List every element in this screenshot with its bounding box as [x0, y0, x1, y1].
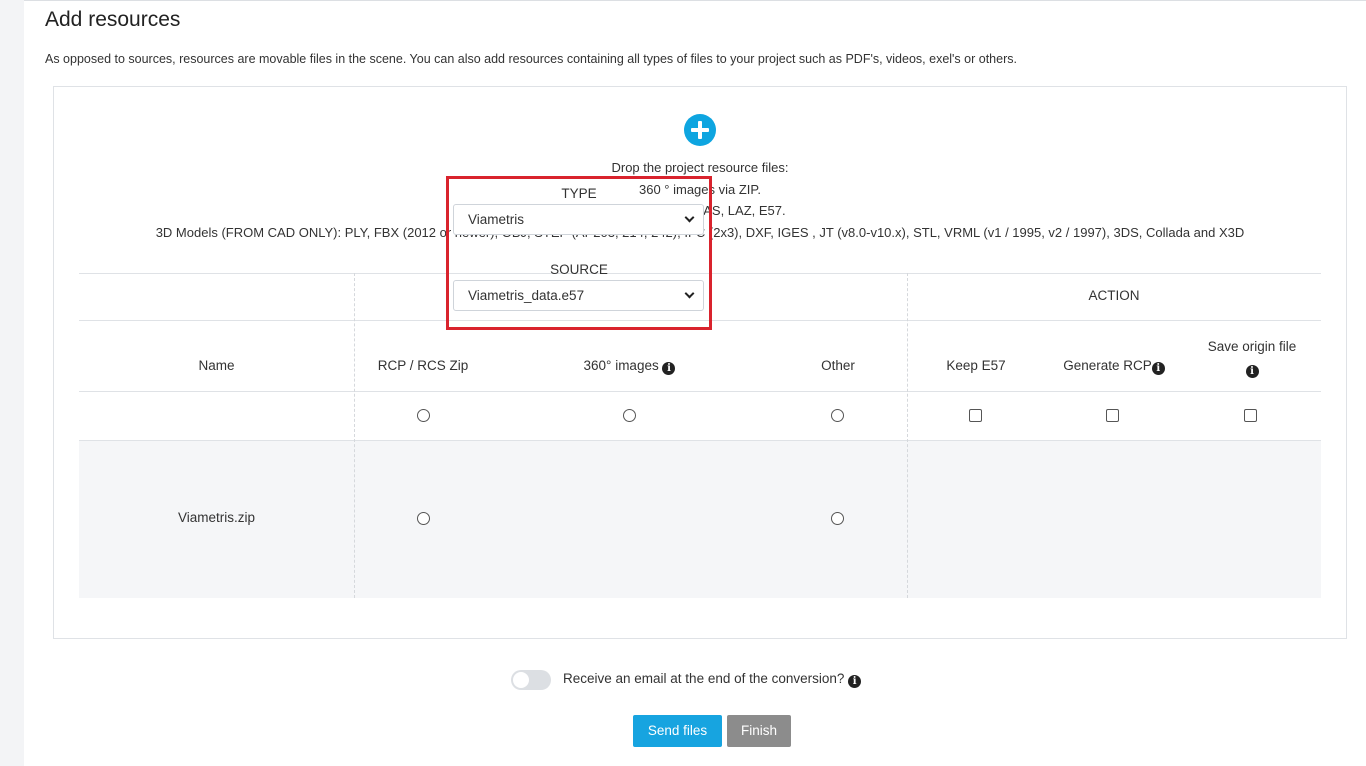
info-icon[interactable]: i [1151, 362, 1165, 375]
action-group-header: ACTION [1088, 288, 1140, 303]
file-name: Viametris.zip [177, 510, 256, 525]
save-origin-column-header: Save origin file i [1183, 336, 1321, 380]
send-files-button[interactable]: Send files [633, 715, 722, 747]
table-column-header-row: Name RCP / RCS Zip 360° images i Other K… [79, 321, 1321, 392]
images360-column-header: 360° images i [492, 358, 767, 375]
images360-header-label: 360° images [583, 358, 659, 373]
generate-rcp-header-label: Generate RCP [1063, 358, 1152, 373]
type-source-highlight-box: TYPE Viametris SOURCE Viametris_data.e57 [446, 176, 712, 330]
source-select-value: Viametris_data.e57 [468, 288, 585, 303]
file-other-radio[interactable] [831, 512, 844, 525]
top-divider [24, 0, 1366, 1]
resource-dropzone[interactable]: Drop the project resource files: 360 ° i… [53, 86, 1347, 639]
page-intro: As opposed to sources, resources are mov… [45, 52, 1017, 66]
chevron-down-icon [684, 212, 695, 223]
type-field-label: TYPE [561, 186, 597, 201]
toggle-knob [513, 672, 529, 688]
keep-e57-column-header: Keep E57 [946, 358, 1006, 373]
other-column-header: Other [821, 358, 855, 373]
select-all-generate-rcp-checkbox[interactable] [1106, 409, 1119, 422]
table-row: Viametris.zip [79, 441, 1321, 598]
source-select[interactable]: Viametris_data.e57 [453, 280, 704, 311]
select-all-rcp-radio[interactable] [417, 409, 430, 422]
chevron-down-icon [684, 288, 695, 299]
plus-circle-icon[interactable] [684, 114, 716, 146]
generate-rcp-column-header: Generate RCP i [1045, 358, 1183, 375]
email-toggle[interactable] [511, 670, 551, 690]
select-all-save-origin-checkbox[interactable] [1244, 409, 1257, 422]
resources-panel: Add resources As opposed to sources, res… [24, 0, 1366, 766]
table-select-all-row [79, 392, 1321, 441]
rcp-column-header: RCP / RCS Zip [377, 358, 469, 373]
column-divider [907, 273, 908, 598]
save-origin-header-label: Save origin file [1207, 339, 1297, 354]
column-divider [354, 273, 355, 598]
info-icon[interactable]: i [848, 675, 862, 688]
type-select[interactable]: Viametris [453, 204, 704, 235]
type-select-value: Viametris [468, 212, 525, 227]
select-all-other-radio[interactable] [831, 409, 844, 422]
file-rcp-radio[interactable] [417, 512, 430, 525]
info-icon[interactable]: i [662, 362, 676, 375]
finish-button[interactable]: Finish [727, 715, 791, 747]
page-title: Add resources [45, 8, 181, 31]
info-icon[interactable]: i [1245, 365, 1259, 378]
select-all-keep-e57-checkbox[interactable] [969, 409, 982, 422]
name-column-header: Name [198, 358, 235, 373]
email-toggle-text: Receive an email at the end of the conve… [563, 671, 845, 686]
source-field-label: SOURCE [550, 262, 608, 277]
email-toggle-label: Receive an email at the end of the conve… [563, 671, 862, 688]
select-all-360-radio[interactable] [623, 409, 636, 422]
